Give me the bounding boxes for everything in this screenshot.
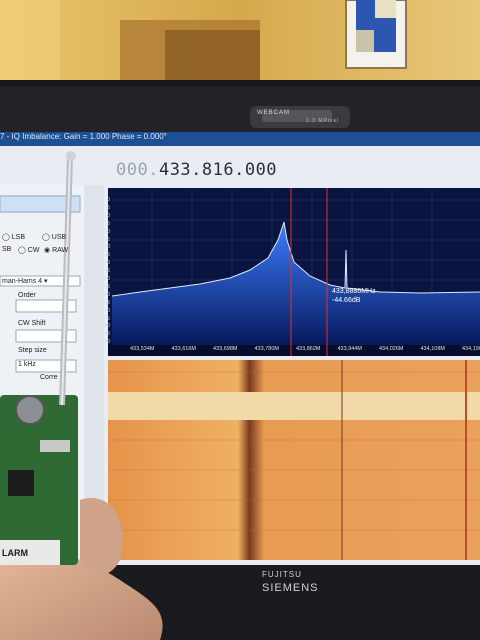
- x-tick-label: 434,108M: [420, 346, 445, 352]
- y-tick-label: -90: [102, 339, 110, 346]
- y-tick-label: -15: [102, 220, 110, 227]
- y-tick-label: -30: [102, 244, 110, 251]
- webcam-sub: 1.3 MPixel: [306, 118, 340, 124]
- cw-shift-label: CW Shift: [18, 320, 46, 327]
- x-tick-label: 433,616M: [171, 346, 196, 352]
- y-tick-label: -20: [102, 228, 110, 235]
- brand-top: FUJITSU: [262, 570, 302, 579]
- y-tick-label: -70: [102, 307, 110, 314]
- cursor-readout-level: -44.66dB: [332, 297, 361, 304]
- y-tick-label: -5: [105, 204, 110, 211]
- sdr-window-title: 7 - IQ Imbalance: Gain = 1.000 Phase = 0…: [0, 132, 167, 141]
- y-tick-label: 0: [107, 197, 110, 203]
- x-tick-label: 434,190M: [462, 346, 480, 352]
- x-tick-label: 434,026M: [379, 346, 404, 352]
- frequency-prefix: 000.: [116, 160, 159, 180]
- frequency-display[interactable]: 000.433.816.000: [116, 160, 277, 180]
- filter-dropdown[interactable]: man-Hams 4 ▾: [2, 277, 48, 285]
- x-tick-label: 433,944M: [337, 346, 362, 352]
- radio-lsb[interactable]: ◯ LSB: [2, 233, 25, 241]
- radio-prefix: SB: [2, 246, 12, 253]
- x-tick-label: 433,698M: [213, 346, 238, 352]
- order-label: Order: [18, 292, 36, 299]
- step-size-select[interactable]: 1 kHz: [18, 361, 36, 368]
- radio-usb[interactable]: ◯ USB: [42, 233, 66, 241]
- correct-checkbox-label[interactable]: Corre: [40, 374, 58, 381]
- cursor-readout: 433,8886MHz -44.66dB: [332, 287, 376, 305]
- y-tick-label: -50: [102, 276, 110, 282]
- y-tick-label: -35: [102, 252, 110, 259]
- y-tick-label: -85: [102, 331, 110, 338]
- webcam-label: WEBCAM: [257, 110, 290, 116]
- x-tick-label: 433,780M: [254, 346, 279, 352]
- y-tick-label: -80: [102, 323, 110, 330]
- y-tick-label: -55: [102, 283, 110, 290]
- y-tick-label: -40: [102, 260, 110, 267]
- photo-scene: [0, 0, 480, 640]
- y-tick-label: -45: [102, 268, 110, 275]
- cursor-readout-freq: 433,8886MHz: [332, 288, 376, 295]
- frequency-value: 433.816.000: [158, 160, 278, 180]
- x-tick-label: 433,862M: [296, 346, 321, 352]
- radio-raw[interactable]: ◉ RAW: [44, 246, 68, 254]
- step-size-label: Step size: [18, 347, 47, 354]
- pcb-label: LARM: [2, 548, 28, 558]
- x-tick-label: 433,534M: [130, 346, 155, 352]
- radio-cw[interactable]: ◯ CW: [18, 246, 39, 254]
- y-tick-label: -75: [102, 315, 110, 322]
- y-tick-label: -25: [102, 236, 110, 243]
- brand-bottom: SIEMENS: [262, 582, 319, 594]
- y-tick-label: -65: [102, 299, 110, 306]
- y-tick-label: -10: [102, 212, 110, 219]
- y-tick-label: -60: [102, 291, 110, 298]
